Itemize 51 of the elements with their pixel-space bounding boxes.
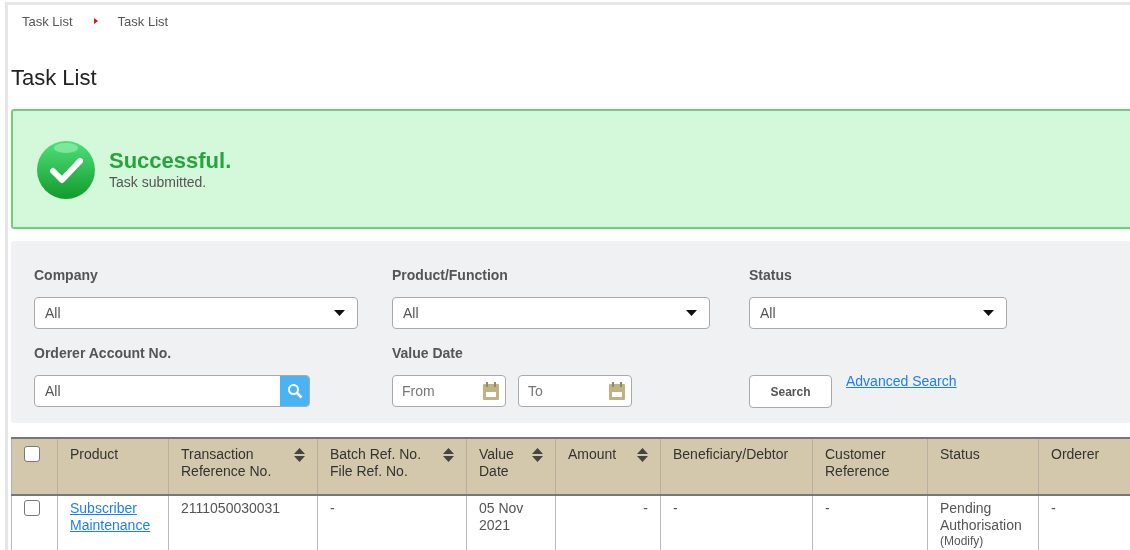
date-field[interactable]: From xyxy=(392,375,506,407)
column-header[interactable]: Value Date xyxy=(466,438,556,495)
column-header: Customer Reference xyxy=(812,438,928,495)
table-cell-text: 05 Nov 2021 xyxy=(479,500,525,534)
calendar-icon[interactable] xyxy=(483,382,499,400)
search-button[interactable]: Search xyxy=(749,375,832,408)
caret-icon xyxy=(334,310,345,316)
caret-icon xyxy=(686,310,697,316)
sort-icon[interactable] xyxy=(443,448,454,462)
column-header[interactable]: Batch Ref. No. File Ref. No. xyxy=(317,438,467,495)
dropdown[interactable]: All xyxy=(34,297,358,329)
page-title: Task List xyxy=(11,65,98,92)
breadcrumb-item[interactable]: Task List xyxy=(117,13,169,29)
column-header: Beneficiary/Debtor xyxy=(660,438,813,495)
status-note: (Modify) xyxy=(940,534,985,548)
breadcrumb-item[interactable]: Task List xyxy=(22,13,73,29)
breadcrumb-separator-icon xyxy=(93,18,98,24)
table-cell-text: - xyxy=(825,500,831,517)
dropdown[interactable]: All xyxy=(392,297,710,329)
alert-message: Task submitted. xyxy=(109,174,208,190)
row-checkbox[interactable] xyxy=(24,500,40,516)
dropdown[interactable]: All xyxy=(749,297,1007,329)
check-icon xyxy=(35,138,97,200)
table-cell-text: - xyxy=(330,500,336,517)
filter-label: Company xyxy=(34,267,99,283)
table-cell-text: - xyxy=(1051,500,1057,517)
table-cell-text: - xyxy=(673,500,679,517)
date-field[interactable]: To xyxy=(518,375,632,407)
column-header[interactable]: Transaction Reference No. xyxy=(168,438,318,495)
sort-icon[interactable] xyxy=(294,448,305,462)
select-all-checkbox[interactable] xyxy=(24,446,40,462)
column-header: Orderer xyxy=(1038,438,1130,495)
caret-icon xyxy=(983,310,994,316)
search-field[interactable]: All xyxy=(34,375,310,407)
filter-label: Status xyxy=(749,267,793,283)
advanced-search-link[interactable]: Advanced Search xyxy=(846,373,957,389)
column-header: Status xyxy=(927,438,1039,495)
filter-label: Orderer Account No. xyxy=(34,345,173,361)
filter-label: Product/Function xyxy=(392,267,509,283)
product-link[interactable]: Subscriber Maintenance xyxy=(70,500,151,534)
column-header[interactable]: Amount xyxy=(555,438,661,495)
column-header: Product xyxy=(57,438,169,495)
alert-heading: Successful. xyxy=(109,148,232,174)
status-text: Pending Authorisation xyxy=(940,500,1023,534)
sort-icon[interactable] xyxy=(532,448,543,462)
calendar-icon[interactable] xyxy=(609,382,625,400)
table-cell-text: 2111050030031 xyxy=(181,500,282,517)
filter-label: Value Date xyxy=(392,345,464,361)
sort-icon[interactable] xyxy=(637,448,648,462)
search-icon[interactable] xyxy=(280,376,309,406)
table-cell-text: - xyxy=(642,500,648,517)
